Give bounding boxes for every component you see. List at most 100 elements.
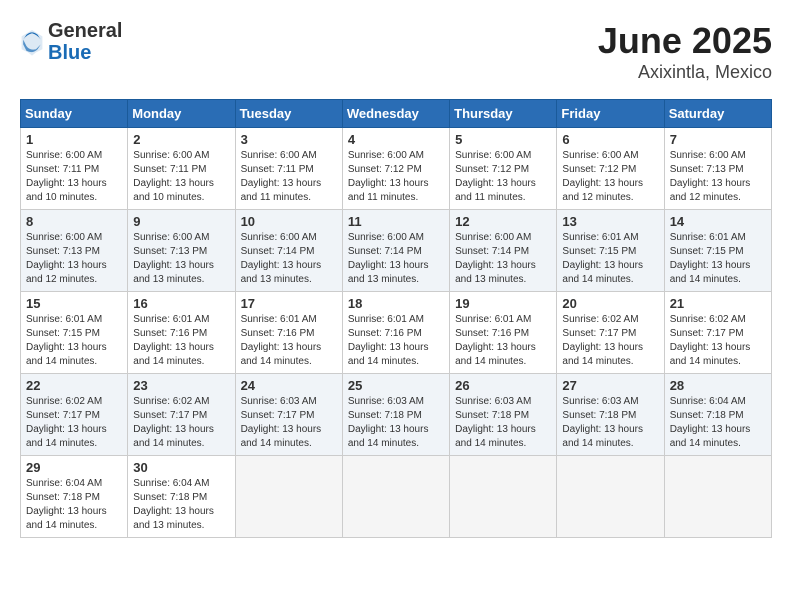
calendar-cell: 28 Sunrise: 6:04 AMSunset: 7:18 PMDayligh… bbox=[664, 374, 771, 456]
header-saturday: Saturday bbox=[664, 100, 771, 128]
day-info: Sunrise: 6:00 AMSunset: 7:11 PMDaylight:… bbox=[26, 149, 122, 205]
day-info: Sunrise: 6:00 AMSunset: 7:13 PMDaylight:… bbox=[670, 149, 766, 205]
day-info: Sunrise: 6:00 AMSunset: 7:13 PMDaylight:… bbox=[133, 231, 229, 287]
day-info: Sunrise: 6:04 AMSunset: 7:18 PMDaylight:… bbox=[26, 477, 122, 533]
day-number: 14 bbox=[670, 214, 766, 229]
calendar-cell bbox=[235, 456, 342, 538]
calendar-week-1: 1 Sunrise: 6:00 AMSunset: 7:11 PMDaylight… bbox=[21, 128, 772, 210]
header-monday: Monday bbox=[128, 100, 235, 128]
calendar-cell: 8Sunrise: 6:00 AMSunset: 7:13 PMDaylight… bbox=[21, 210, 128, 292]
day-info: Sunrise: 6:03 AMSunset: 7:18 PMDaylight:… bbox=[455, 395, 551, 451]
day-number: 10 bbox=[241, 214, 337, 229]
calendar-cell bbox=[342, 456, 449, 538]
day-number: 12 bbox=[455, 214, 551, 229]
header-friday: Friday bbox=[557, 100, 664, 128]
day-number: 4 bbox=[348, 132, 444, 147]
day-info: Sunrise: 6:01 AMSunset: 7:16 PMDaylight:… bbox=[348, 313, 444, 369]
day-number: 21 bbox=[670, 296, 766, 311]
day-number: 18 bbox=[348, 296, 444, 311]
calendar-cell: 30 Sunrise: 6:04 AMSunset: 7:18 PMDayligh… bbox=[128, 456, 235, 538]
day-info: Sunrise: 6:03 AMSunset: 7:18 PMDaylight:… bbox=[348, 395, 444, 451]
day-number: 6 bbox=[562, 132, 658, 147]
day-number: 5 bbox=[455, 132, 551, 147]
calendar-cell: 13 Sunrise: 6:01 AMSunset: 7:15 PMDayligh… bbox=[557, 210, 664, 292]
calendar-cell: 22 Sunrise: 6:02 AMSunset: 7:17 PMDayligh… bbox=[21, 374, 128, 456]
calendar-cell: 25 Sunrise: 6:03 AMSunset: 7:18 PMDayligh… bbox=[342, 374, 449, 456]
day-info: Sunrise: 6:02 AMSunset: 7:17 PMDaylight:… bbox=[133, 395, 229, 451]
day-info: Sunrise: 6:02 AMSunset: 7:17 PMDaylight:… bbox=[670, 313, 766, 369]
calendar-cell: 15Sunrise: 6:01 AMSunset: 7:15 PMDayligh… bbox=[21, 292, 128, 374]
day-info: Sunrise: 6:00 AMSunset: 7:11 PMDaylight:… bbox=[133, 149, 229, 205]
title-block: June 2025 Axixintla, Mexico bbox=[598, 20, 772, 83]
calendar-cell bbox=[664, 456, 771, 538]
day-info: Sunrise: 6:04 AMSunset: 7:18 PMDaylight:… bbox=[670, 395, 766, 451]
page-title: June 2025 bbox=[598, 20, 772, 62]
calendar-cell: 19Sunrise: 6:01 AMSunset: 7:16 PMDayligh… bbox=[450, 292, 557, 374]
calendar-cell: 10 Sunrise: 6:00 AMSunset: 7:14 PMDayligh… bbox=[235, 210, 342, 292]
calendar-cell: 14 Sunrise: 6:01 AMSunset: 7:15 PMDayligh… bbox=[664, 210, 771, 292]
logo-text: General Blue bbox=[48, 20, 122, 64]
calendar-cell: 20 Sunrise: 6:02 AMSunset: 7:17 PMDayligh… bbox=[557, 292, 664, 374]
day-info: Sunrise: 6:00 AMSunset: 7:11 PMDaylight:… bbox=[241, 149, 337, 205]
calendar-week-2: 8 Sunrise: 6:00 AMSunset: 7:13 PMDaylight… bbox=[21, 210, 772, 292]
day-number: 9 bbox=[133, 214, 229, 229]
calendar-cell: 7Sunrise: 6:00 AMSunset: 7:13 PMDaylight… bbox=[664, 128, 771, 210]
day-number: 20 bbox=[562, 296, 658, 311]
calendar-cell bbox=[557, 456, 664, 538]
page-subtitle: Axixintla, Mexico bbox=[598, 62, 772, 83]
day-number: 28 bbox=[670, 378, 766, 393]
calendar-cell: 18 Sunrise: 6:01 AMSunset: 7:16 PMDayligh… bbox=[342, 292, 449, 374]
day-number: 27 bbox=[562, 378, 658, 393]
calendar-cell: 26 Sunrise: 6:03 AMSunset: 7:18 PMDayligh… bbox=[450, 374, 557, 456]
day-info: Sunrise: 6:00 AMSunset: 7:12 PMDaylight:… bbox=[348, 149, 444, 205]
header-sunday: Sunday bbox=[21, 100, 128, 128]
day-number: 26 bbox=[455, 378, 551, 393]
day-info: Sunrise: 6:01 AMSunset: 7:16 PMDaylight:… bbox=[241, 313, 337, 369]
day-number: 1 bbox=[26, 132, 122, 147]
logo: General Blue bbox=[20, 20, 122, 64]
day-number: 13 bbox=[562, 214, 658, 229]
day-info: Sunrise: 6:04 AMSunset: 7:18 PMDaylight:… bbox=[133, 477, 229, 533]
day-info: Sunrise: 6:02 AMSunset: 7:17 PMDaylight:… bbox=[26, 395, 122, 451]
day-number: 30 bbox=[133, 460, 229, 475]
day-info: Sunrise: 6:02 AMSunset: 7:17 PMDaylight:… bbox=[562, 313, 658, 369]
calendar-cell: 9 Sunrise: 6:00 AMSunset: 7:13 PMDaylight… bbox=[128, 210, 235, 292]
calendar-cell: 16Sunrise: 6:01 AMSunset: 7:16 PMDayligh… bbox=[128, 292, 235, 374]
day-info: Sunrise: 6:01 AMSunset: 7:15 PMDaylight:… bbox=[26, 313, 122, 369]
logo-icon bbox=[20, 28, 44, 56]
day-info: Sunrise: 6:01 AMSunset: 7:16 PMDaylight:… bbox=[133, 313, 229, 369]
day-number: 17 bbox=[241, 296, 337, 311]
calendar-week-5: 29 Sunrise: 6:04 AMSunset: 7:18 PMDayligh… bbox=[21, 456, 772, 538]
calendar-cell: 23 Sunrise: 6:02 AMSunset: 7:17 PMDayligh… bbox=[128, 374, 235, 456]
day-info: Sunrise: 6:00 AMSunset: 7:12 PMDaylight:… bbox=[455, 149, 551, 205]
day-info: Sunrise: 6:03 AMSunset: 7:17 PMDaylight:… bbox=[241, 395, 337, 451]
day-number: 29 bbox=[26, 460, 122, 475]
day-info: Sunrise: 6:00 AMSunset: 7:12 PMDaylight:… bbox=[562, 149, 658, 205]
day-info: Sunrise: 6:00 AMSunset: 7:14 PMDaylight:… bbox=[241, 231, 337, 287]
page-header: General Blue June 2025 Axixintla, Mexico bbox=[20, 20, 772, 83]
calendar-cell: 21 Sunrise: 6:02 AMSunset: 7:17 PMDayligh… bbox=[664, 292, 771, 374]
calendar-cell: 12 Sunrise: 6:00 AMSunset: 7:14 PMDayligh… bbox=[450, 210, 557, 292]
calendar-cell: 17 Sunrise: 6:01 AMSunset: 7:16 PMDayligh… bbox=[235, 292, 342, 374]
calendar-cell: 4 Sunrise: 6:00 AMSunset: 7:12 PMDaylight… bbox=[342, 128, 449, 210]
calendar-cell: 5 Sunrise: 6:00 AMSunset: 7:12 PMDaylight… bbox=[450, 128, 557, 210]
day-number: 19 bbox=[455, 296, 551, 311]
day-number: 8 bbox=[26, 214, 122, 229]
header-wednesday: Wednesday bbox=[342, 100, 449, 128]
day-info: Sunrise: 6:03 AMSunset: 7:18 PMDaylight:… bbox=[562, 395, 658, 451]
calendar-cell: 6 Sunrise: 6:00 AMSunset: 7:12 PMDaylight… bbox=[557, 128, 664, 210]
day-number: 23 bbox=[133, 378, 229, 393]
header-tuesday: Tuesday bbox=[235, 100, 342, 128]
day-number: 24 bbox=[241, 378, 337, 393]
calendar-cell: 29 Sunrise: 6:04 AMSunset: 7:18 PMDayligh… bbox=[21, 456, 128, 538]
day-number: 25 bbox=[348, 378, 444, 393]
calendar-cell: 3 Sunrise: 6:00 AMSunset: 7:11 PMDaylight… bbox=[235, 128, 342, 210]
day-info: Sunrise: 6:01 AMSunset: 7:15 PMDaylight:… bbox=[562, 231, 658, 287]
day-info: Sunrise: 6:00 AMSunset: 7:14 PMDaylight:… bbox=[455, 231, 551, 287]
day-number: 2 bbox=[133, 132, 229, 147]
day-info: Sunrise: 6:01 AMSunset: 7:15 PMDaylight:… bbox=[670, 231, 766, 287]
day-number: 22 bbox=[26, 378, 122, 393]
calendar-cell: 11Sunrise: 6:00 AMSunset: 7:14 PMDayligh… bbox=[342, 210, 449, 292]
calendar-cell: 2 Sunrise: 6:00 AMSunset: 7:11 PMDaylight… bbox=[128, 128, 235, 210]
day-number: 3 bbox=[241, 132, 337, 147]
